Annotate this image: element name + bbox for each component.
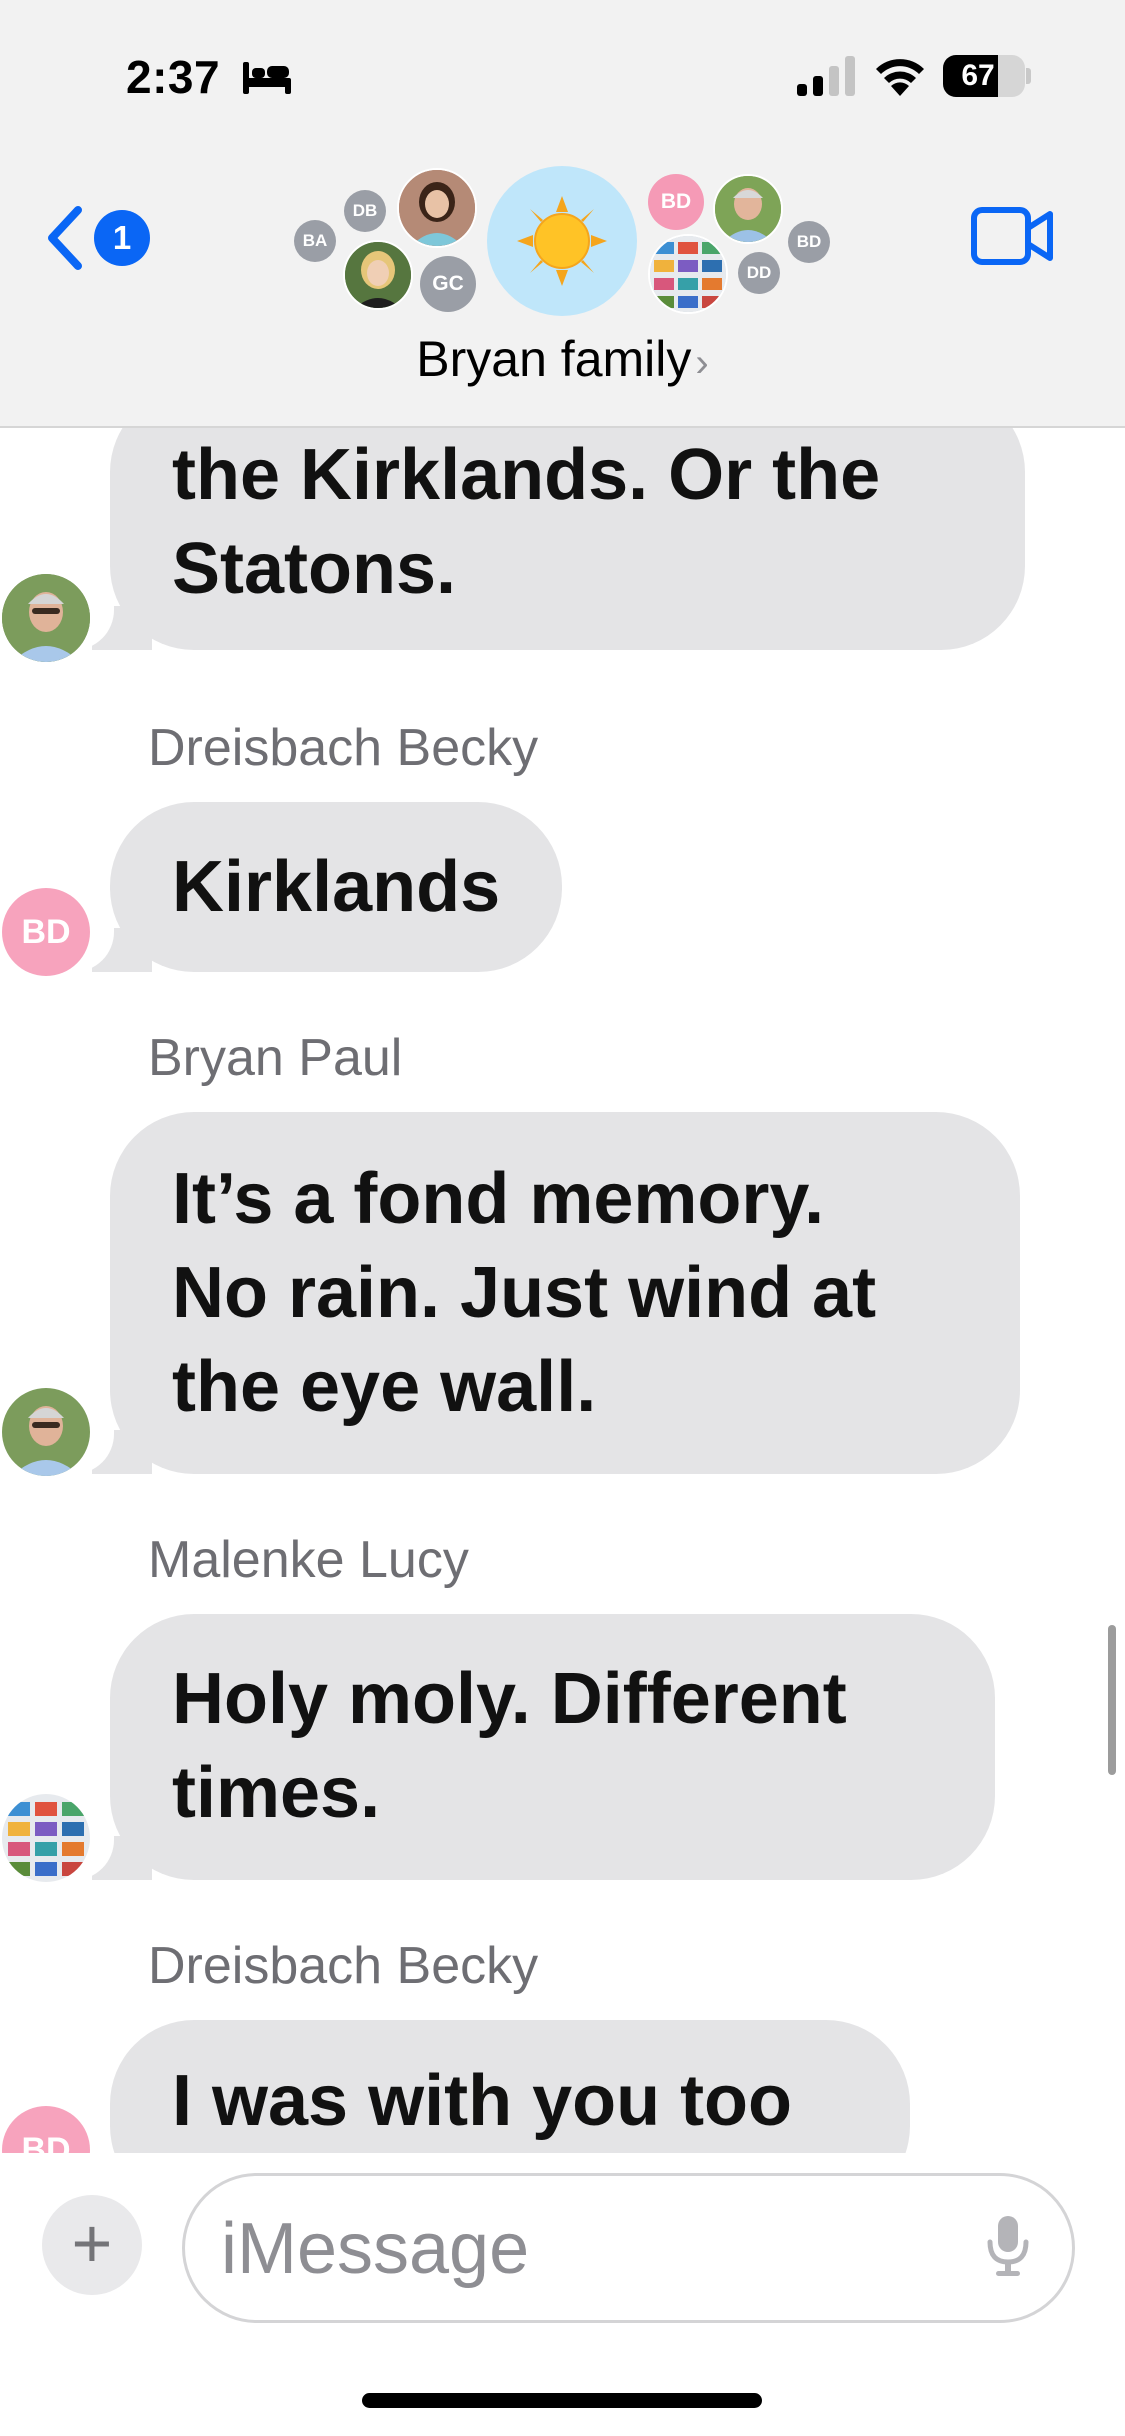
- bubble-tail: [70, 928, 152, 972]
- message-line: the eye wall.: [172, 1347, 597, 1427]
- message-line: It’s a fond memory.: [172, 1159, 825, 1239]
- sender-name: Bryan Paul: [148, 1029, 403, 1087]
- sender-avatar[interactable]: BD: [2, 2106, 90, 2153]
- sender-avatar[interactable]: [2, 1388, 90, 1476]
- person-photo-icon: [715, 176, 781, 242]
- message-line: times.: [172, 1753, 381, 1833]
- sleep-focus-icon: [243, 62, 291, 94]
- sender-name: Dreisbach Becky: [148, 719, 539, 777]
- message-line: the Kirklands. Or the: [172, 435, 881, 515]
- message-bubble[interactable]: Kirklands: [110, 802, 563, 972]
- group-avatar[interactable]: [487, 166, 637, 316]
- message-line: I was with you too: [172, 2061, 793, 2141]
- member-avatar-dd[interactable]: DD: [738, 252, 780, 294]
- sender-avatar[interactable]: BD: [2, 888, 90, 976]
- battery-level-text: 67: [961, 59, 995, 92]
- bubble-tail: [70, 606, 152, 650]
- message-line: Statons.: [172, 529, 457, 609]
- message-bubble[interactable]: I was with you too: [110, 2020, 910, 2153]
- message-line: Kirklands: [172, 847, 501, 927]
- member-avatar-photo-man[interactable]: [713, 174, 783, 244]
- message-line: Holy moly. Different: [172, 1659, 847, 1739]
- photo-collage-icon: [650, 236, 726, 312]
- message-bubble[interactable]: Holy moly. Different times.: [110, 1614, 995, 1880]
- wifi-icon: [876, 59, 924, 96]
- member-avatar-photo-blonde[interactable]: [343, 240, 413, 310]
- photo-collage-icon: [2, 1794, 90, 1882]
- member-avatar-bd-pink[interactable]: BD: [648, 174, 704, 230]
- message-bubble[interactable]: It’s a fond memory. No rain. Just wind a…: [110, 1112, 1020, 1474]
- member-avatar-photo-woman[interactable]: [397, 168, 477, 248]
- imessage-text-input[interactable]: [221, 2204, 981, 2294]
- group-name-button[interactable]: Bryan family ›: [0, 330, 1125, 388]
- sender-avatar[interactable]: [2, 1794, 90, 1882]
- status-time: 2:37: [126, 51, 221, 103]
- unread-count-badge: 1: [94, 210, 150, 266]
- message-input-field[interactable]: [182, 2173, 1075, 2323]
- video-call-icon[interactable]: [970, 206, 1056, 266]
- apps-plus-button[interactable]: +: [42, 2195, 142, 2295]
- member-avatar-photo-collage[interactable]: [648, 234, 728, 314]
- sender-name: Dreisbach Becky: [148, 1937, 539, 1995]
- sun-icon: [517, 196, 607, 286]
- scroll-indicator[interactable]: [1108, 1625, 1116, 1775]
- person-photo-icon: [399, 170, 475, 246]
- member-avatar-gc[interactable]: GC: [420, 256, 476, 312]
- bubble-tail: [70, 1430, 152, 1474]
- person-photo-icon: [345, 242, 411, 308]
- chevron-left-icon: [48, 206, 82, 270]
- message-bubble[interactable]: the Kirklands. Or the Statons.: [110, 428, 1025, 650]
- message-transcript[interactable]: the Kirklands. Or the Statons. Dreisbach…: [0, 428, 1125, 2153]
- sender-avatar[interactable]: [2, 574, 90, 662]
- message-line: No rain. Just wind at: [172, 1253, 877, 1333]
- message-composer: +: [0, 2153, 1125, 2436]
- group-name-label: Bryan family: [416, 331, 692, 387]
- person-photo-icon: [2, 574, 90, 662]
- member-avatar-ba[interactable]: BA: [294, 220, 336, 262]
- chevron-right-icon: ›: [695, 341, 709, 385]
- bubble-tail: [70, 1836, 152, 1880]
- microphone-icon[interactable]: [985, 2214, 1031, 2278]
- member-avatar-db[interactable]: DB: [344, 190, 386, 232]
- battery-indicator: 67: [943, 55, 1025, 97]
- battery-nub: [1026, 68, 1031, 84]
- conversation-header: 2:37 67 1 DB BA GC BD DD BD Bryan family…: [0, 0, 1125, 428]
- person-photo-icon: [2, 1388, 90, 1476]
- member-avatar-bd-gray[interactable]: BD: [788, 221, 830, 263]
- back-button[interactable]: 1: [44, 200, 154, 276]
- sender-name: Malenke Lucy: [148, 1531, 469, 1589]
- home-indicator: [362, 2393, 762, 2408]
- cellular-signal-icon: [797, 56, 855, 96]
